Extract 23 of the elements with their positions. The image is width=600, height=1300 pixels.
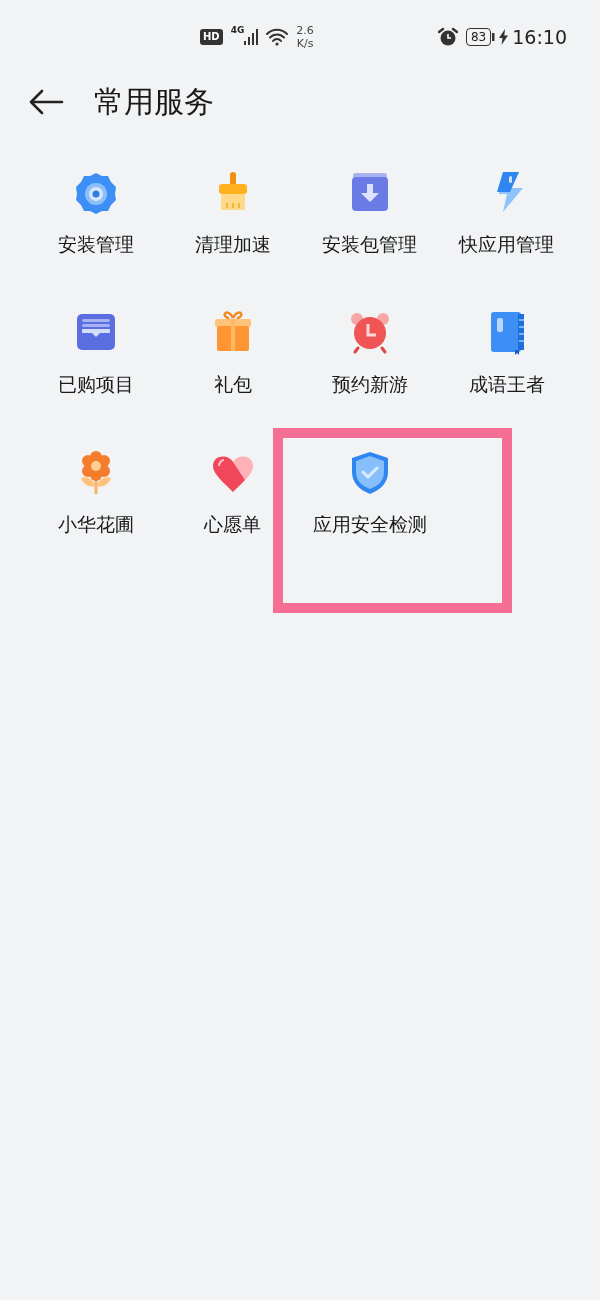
network-type: 4G [230, 24, 245, 37]
hd-indicator: HD [200, 29, 223, 45]
wifi-icon [266, 28, 289, 46]
signal-icon [244, 29, 259, 45]
service-item[interactable]: 应用安全检测 [301, 438, 438, 540]
service-item[interactable]: 成语王者 [438, 298, 575, 400]
speed-value: 2.6 [296, 24, 314, 37]
service-item[interactable]: 已购项目 [27, 298, 164, 400]
battery-level: 83 [465, 28, 492, 46]
service-item[interactable]: 清理加速 [164, 158, 301, 260]
service-item[interactable]: 安装包管理 [301, 158, 438, 260]
speed-unit: K/s [296, 37, 314, 50]
battery-tip-icon [491, 33, 496, 41]
alarm-icon [437, 27, 458, 47]
service-item[interactable]: 预约新游 [301, 298, 438, 400]
back-icon[interactable] [28, 89, 64, 115]
page-title: 常用服务 [94, 83, 214, 121]
service-item[interactable]: 快应用管理 [438, 158, 575, 260]
service-item[interactable]: 心愿单 [164, 438, 301, 540]
service-item[interactable]: 礼包 [164, 298, 301, 400]
service-item[interactable]: 安装管理 [27, 158, 164, 260]
service-item[interactable]: 小华花圃 [27, 438, 164, 540]
clock-time: 16:10 [512, 24, 567, 50]
